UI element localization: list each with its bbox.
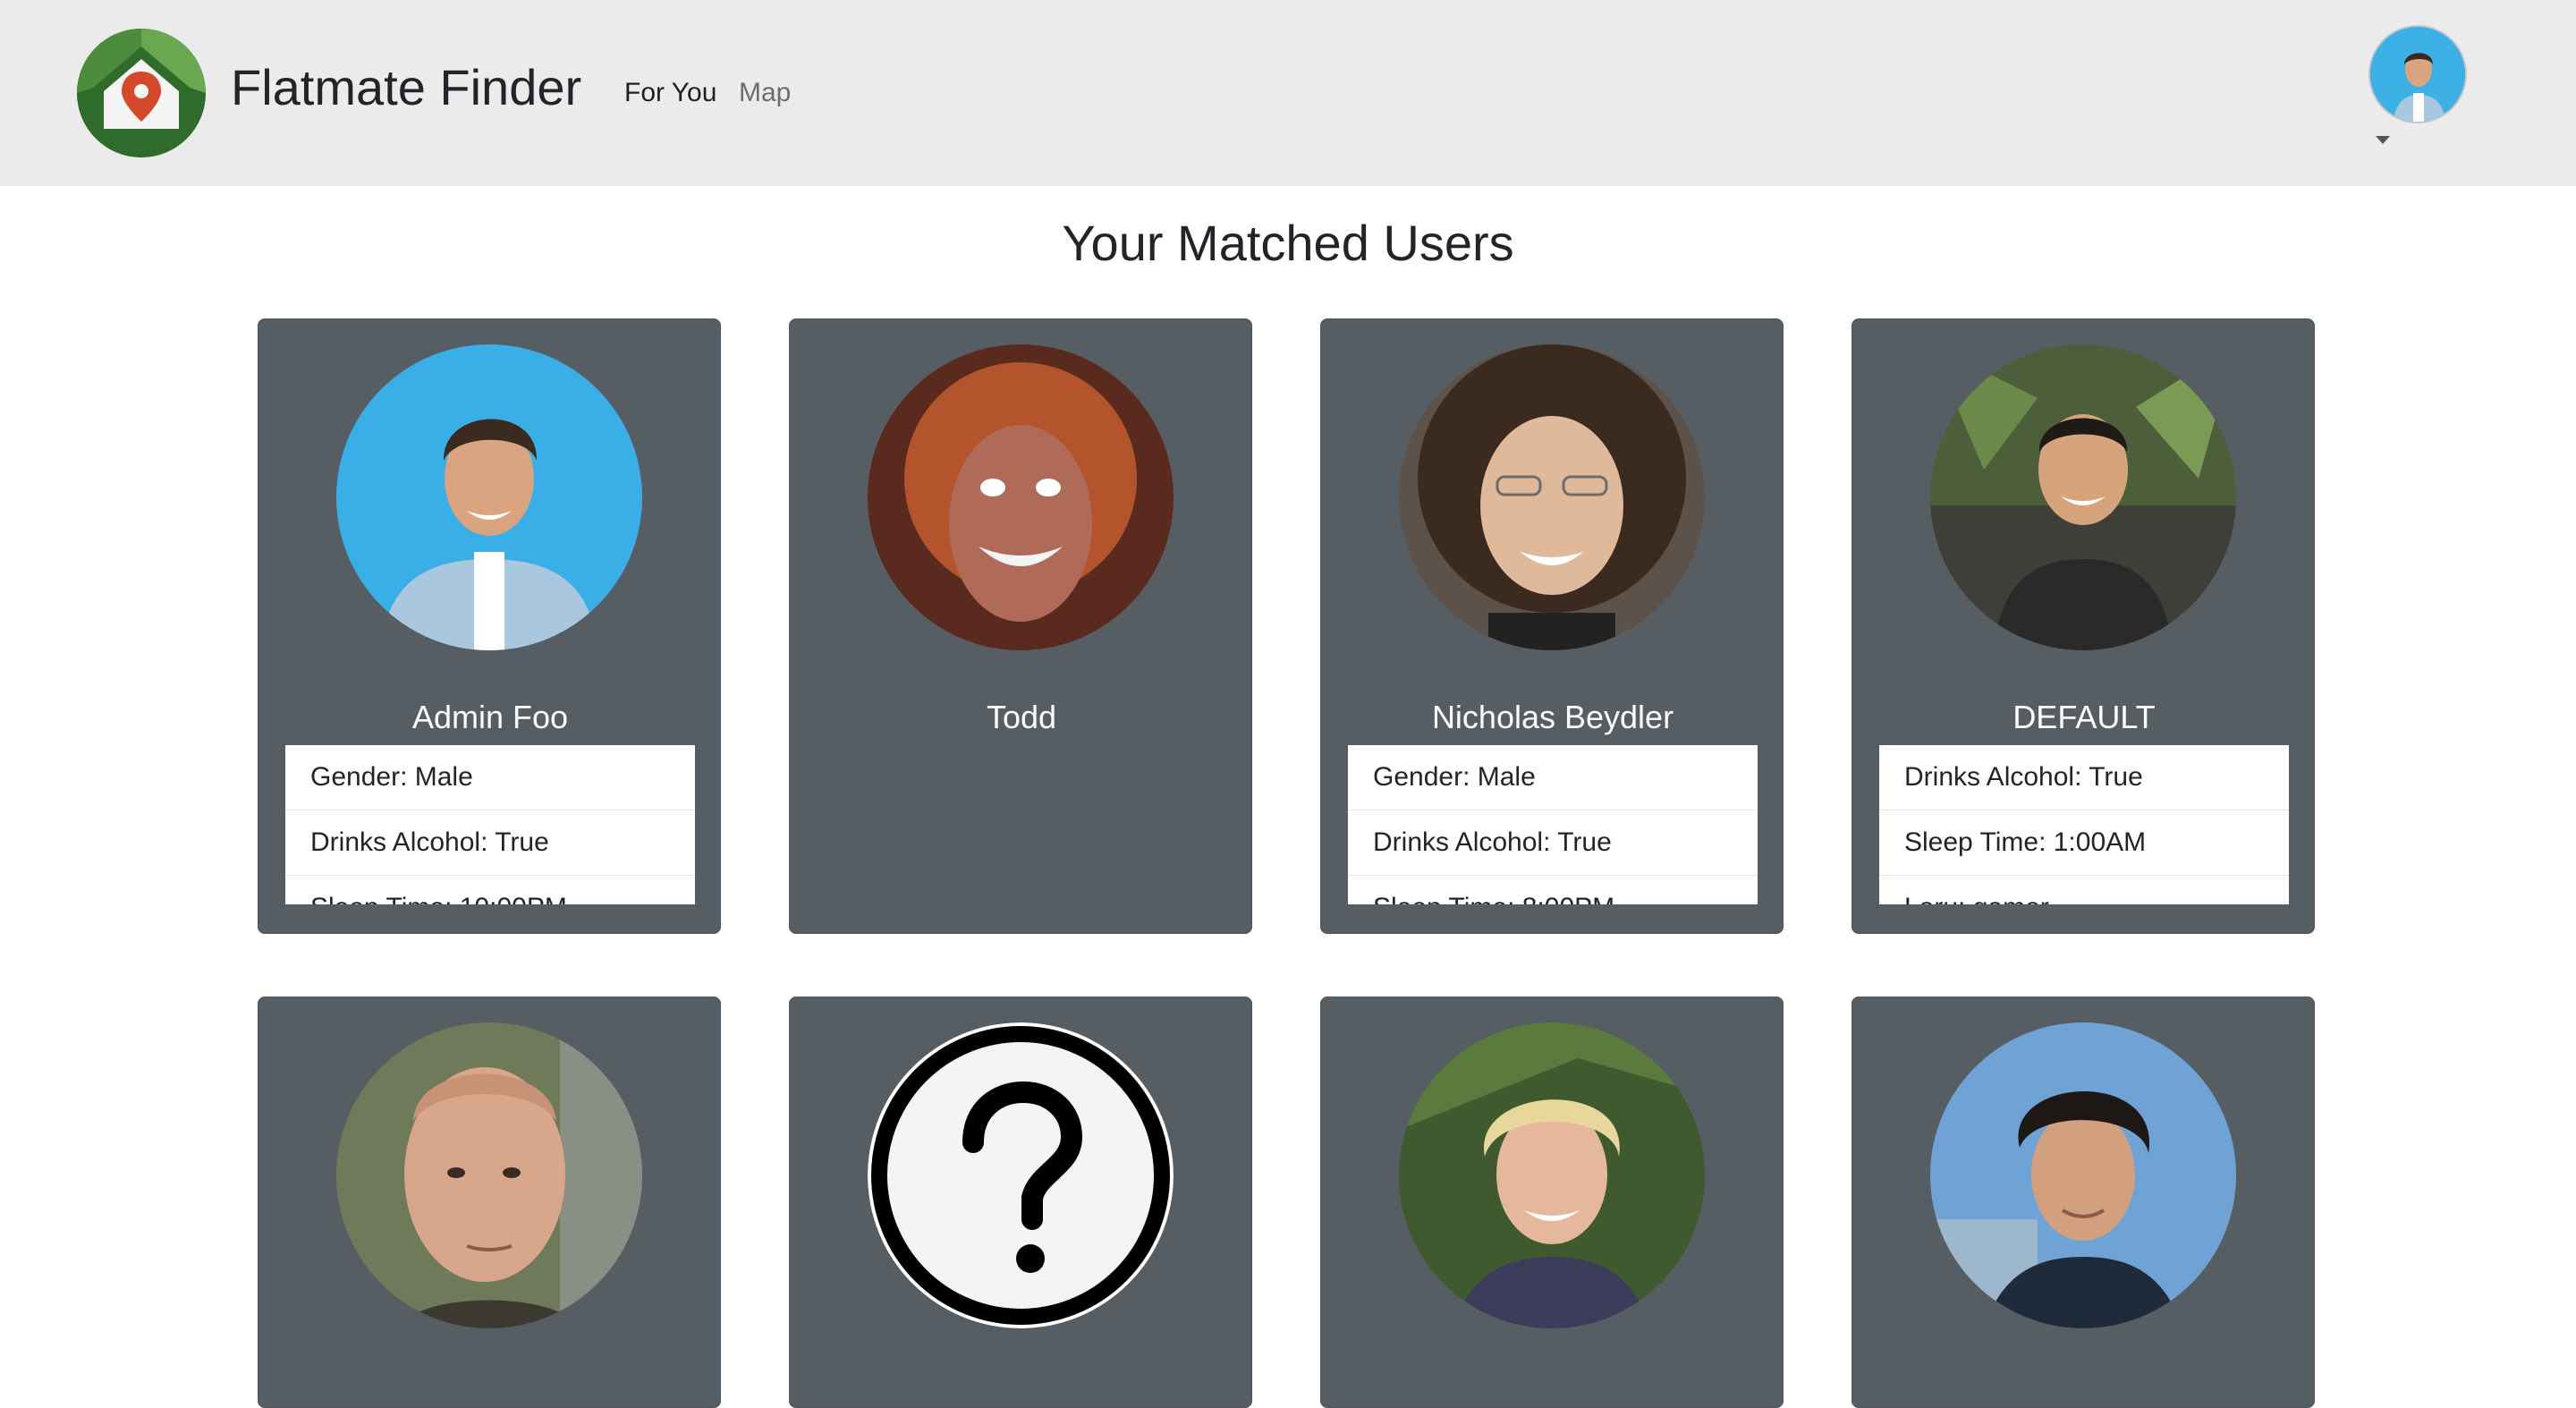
- attribute-item: Sleep Time: 1:00AM: [1879, 810, 2289, 876]
- user-card[interactable]: [258, 997, 721, 1408]
- profile-photo-icon: [1930, 344, 2236, 650]
- user-card[interactable]: [1320, 997, 1784, 1408]
- profile-photo-icon: [336, 1022, 642, 1328]
- user-card[interactable]: Admin Foo Gender: Male Drinks Alcohol: T…: [258, 318, 721, 934]
- user-card[interactable]: [789, 997, 1252, 1408]
- attribute-item: Gender: Male: [1348, 745, 1758, 810]
- user-photo: [1399, 344, 1705, 650]
- user-photo: [1930, 344, 2236, 650]
- user-name: Nicholas Beydler: [1431, 699, 1674, 735]
- profile-photo-icon: [336, 344, 642, 650]
- navbar: Flatmate Finder For You Map: [0, 0, 2576, 186]
- user-photo: [868, 1022, 1174, 1328]
- attribute-list: Drinks Alcohol: True Sleep Time: 1:00AM …: [1879, 745, 2289, 904]
- attribute-list: Gender: Male Drinks Alcohol: True Sleep …: [285, 745, 695, 904]
- user-photo: [1930, 1022, 2236, 1328]
- user-card[interactable]: Todd: [789, 318, 1252, 934]
- chevron-down-icon: [2376, 136, 2390, 144]
- attribute-item: Drinks Alcohol: True: [1348, 810, 1758, 876]
- user-name: Admin Foo: [411, 699, 569, 735]
- profile-photo-icon: [1930, 1022, 2236, 1328]
- user-avatar: [2368, 25, 2467, 123]
- logo[interactable]: [77, 29, 206, 157]
- nav-link-map[interactable]: Map: [739, 75, 791, 111]
- user-photo: [336, 344, 642, 650]
- house-pin-logo-icon: [77, 29, 206, 157]
- page-title: Your Matched Users: [1062, 215, 1514, 271]
- attribute-item: Drinks Alcohol: True: [1879, 745, 2289, 810]
- attribute-item: Drinks Alcohol: True: [285, 810, 695, 876]
- question-mark-icon: [868, 1022, 1174, 1328]
- attribute-item: Gender: Male: [285, 745, 695, 810]
- profile-photo-icon: [868, 344, 1174, 650]
- user-photo-icon: [2370, 27, 2465, 122]
- attribute-item: Loru: gamer: [1879, 876, 2289, 904]
- user-photo: [868, 344, 1174, 650]
- user-photo: [336, 1022, 642, 1328]
- brand-title[interactable]: Flatmate Finder: [231, 55, 581, 120]
- attribute-item: Sleep Time: 8:00PM: [1348, 876, 1758, 904]
- attribute-list: Gender: Male Drinks Alcohol: True Sleep …: [1348, 745, 1758, 904]
- profile-photo-icon: [1399, 1022, 1705, 1328]
- user-name: Todd: [986, 699, 1057, 735]
- nav-link-for-you[interactable]: For You: [624, 75, 716, 111]
- user-name: DEFAULT: [2012, 699, 2156, 735]
- user-card[interactable]: [1852, 997, 2315, 1408]
- attribute-item: Sleep Time: 10:00PM: [285, 876, 695, 904]
- profile-photo-icon: [1399, 344, 1705, 650]
- user-card[interactable]: DEFAULT Drinks Alcohol: True Sleep Time:…: [1852, 318, 2315, 934]
- user-card[interactable]: Nicholas Beydler Gender: Male Drinks Alc…: [1320, 318, 1784, 934]
- user-photo: [1399, 1022, 1705, 1328]
- user-menu-dropdown[interactable]: [2367, 23, 2470, 157]
